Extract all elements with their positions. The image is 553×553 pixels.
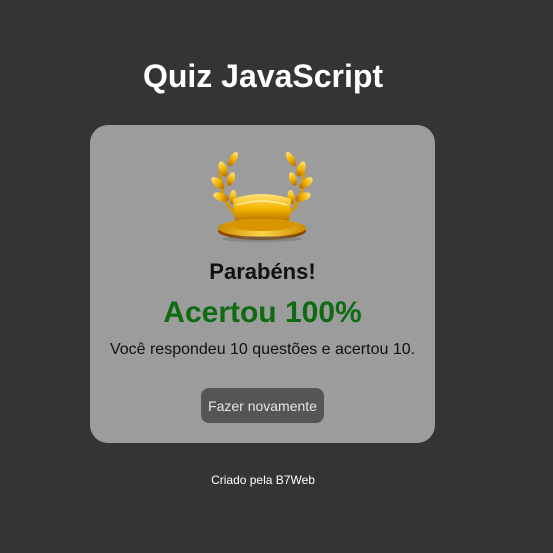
quiz-page: Quiz JavaScript Parabéns! Acertou 100% V… xyxy=(0,0,553,553)
page-title: Quiz JavaScript xyxy=(142,58,384,94)
footer-credit: Criado pela B7Web xyxy=(211,473,315,487)
score-text: Acertou 100% xyxy=(163,296,362,329)
trophy-laurel-icon xyxy=(211,151,313,242)
result-summary: Você respondeu 10 questões e acertou 10. xyxy=(109,341,416,358)
result-card: Parabéns! Acertou 100% Você respondeu 10… xyxy=(90,125,435,443)
retry-button[interactable]: Fazer novamente xyxy=(201,388,324,423)
congrats-heading: Parabéns! xyxy=(209,259,316,284)
